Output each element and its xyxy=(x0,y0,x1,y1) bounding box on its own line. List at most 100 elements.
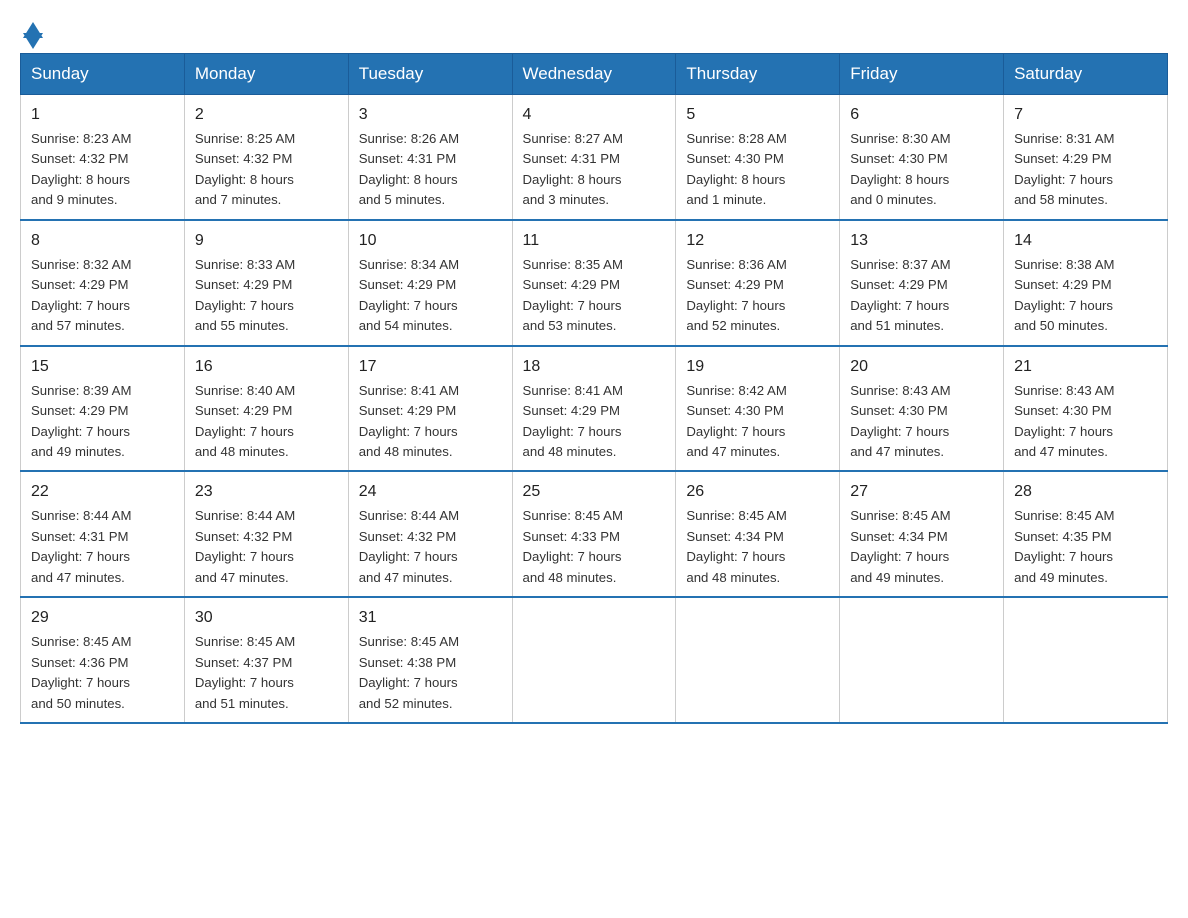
day-info: Sunrise: 8:42 AM Sunset: 4:30 PM Dayligh… xyxy=(686,383,786,459)
calendar-cell: 10 Sunrise: 8:34 AM Sunset: 4:29 PM Dayli… xyxy=(348,220,512,346)
calendar-cell: 31 Sunrise: 8:45 AM Sunset: 4:38 PM Dayli… xyxy=(348,597,512,723)
page-header xyxy=(20,20,1168,43)
day-info: Sunrise: 8:28 AM Sunset: 4:30 PM Dayligh… xyxy=(686,131,786,207)
calendar-cell: 11 Sunrise: 8:35 AM Sunset: 4:29 PM Dayli… xyxy=(512,220,676,346)
day-info: Sunrise: 8:33 AM Sunset: 4:29 PM Dayligh… xyxy=(195,257,295,333)
day-number: 23 xyxy=(195,480,338,504)
day-info: Sunrise: 8:45 AM Sunset: 4:33 PM Dayligh… xyxy=(523,508,623,584)
calendar-cell: 27 Sunrise: 8:45 AM Sunset: 4:34 PM Dayli… xyxy=(840,471,1004,597)
day-number: 28 xyxy=(1014,480,1157,504)
calendar-week-row: 22 Sunrise: 8:44 AM Sunset: 4:31 PM Dayli… xyxy=(21,471,1168,597)
day-number: 22 xyxy=(31,480,174,504)
weekday-header-friday: Friday xyxy=(840,54,1004,95)
calendar-cell: 28 Sunrise: 8:45 AM Sunset: 4:35 PM Dayli… xyxy=(1004,471,1168,597)
day-number: 19 xyxy=(686,355,829,379)
calendar-cell: 8Sunrise: 8:32 AM Sunset: 4:29 PM Daylig… xyxy=(21,220,185,346)
day-number: 21 xyxy=(1014,355,1157,379)
weekday-header-thursday: Thursday xyxy=(676,54,840,95)
day-number: 3 xyxy=(359,103,502,127)
calendar-cell: 20 Sunrise: 8:43 AM Sunset: 4:30 PM Dayli… xyxy=(840,346,1004,472)
weekday-header-tuesday: Tuesday xyxy=(348,54,512,95)
day-number: 17 xyxy=(359,355,502,379)
calendar-cell: 22 Sunrise: 8:44 AM Sunset: 4:31 PM Dayli… xyxy=(21,471,185,597)
day-number: 1 xyxy=(31,103,174,127)
calendar-cell: 3Sunrise: 8:26 AM Sunset: 4:31 PM Daylig… xyxy=(348,95,512,220)
calendar-week-row: 15 Sunrise: 8:39 AM Sunset: 4:29 PM Dayli… xyxy=(21,346,1168,472)
calendar-cell: 9 Sunrise: 8:33 AM Sunset: 4:29 PM Daylig… xyxy=(184,220,348,346)
calendar-cell: 5 Sunrise: 8:28 AM Sunset: 4:30 PM Daylig… xyxy=(676,95,840,220)
calendar-cell: 2Sunrise: 8:25 AM Sunset: 4:32 PM Daylig… xyxy=(184,95,348,220)
logo xyxy=(20,20,43,43)
day-number: 13 xyxy=(850,229,993,253)
calendar-cell: 30 Sunrise: 8:45 AM Sunset: 4:37 PM Dayli… xyxy=(184,597,348,723)
day-number: 20 xyxy=(850,355,993,379)
calendar-cell: 7Sunrise: 8:31 AM Sunset: 4:29 PM Daylig… xyxy=(1004,95,1168,220)
calendar-cell: 26 Sunrise: 8:45 AM Sunset: 4:34 PM Dayli… xyxy=(676,471,840,597)
day-number: 24 xyxy=(359,480,502,504)
calendar-table: SundayMondayTuesdayWednesdayThursdayFrid… xyxy=(20,53,1168,724)
day-info: Sunrise: 8:44 AM Sunset: 4:32 PM Dayligh… xyxy=(359,508,459,584)
weekday-header-wednesday: Wednesday xyxy=(512,54,676,95)
day-info: Sunrise: 8:41 AM Sunset: 4:29 PM Dayligh… xyxy=(359,383,459,459)
calendar-cell: 16 Sunrise: 8:40 AM Sunset: 4:29 PM Dayli… xyxy=(184,346,348,472)
day-info: Sunrise: 8:40 AM Sunset: 4:29 PM Dayligh… xyxy=(195,383,295,459)
day-number: 10 xyxy=(359,229,502,253)
day-info: Sunrise: 8:44 AM Sunset: 4:32 PM Dayligh… xyxy=(195,508,295,584)
day-number: 4 xyxy=(523,103,666,127)
day-number: 30 xyxy=(195,606,338,630)
day-info: Sunrise: 8:37 AM Sunset: 4:29 PM Dayligh… xyxy=(850,257,950,333)
day-number: 5 xyxy=(686,103,829,127)
weekday-header-saturday: Saturday xyxy=(1004,54,1168,95)
calendar-week-row: 29Sunrise: 8:45 AM Sunset: 4:36 PM Dayli… xyxy=(21,597,1168,723)
calendar-cell: 1 Sunrise: 8:23 AM Sunset: 4:32 PM Daylig… xyxy=(21,95,185,220)
day-number: 9 xyxy=(195,229,338,253)
day-info: Sunrise: 8:44 AM Sunset: 4:31 PM Dayligh… xyxy=(31,508,131,584)
day-info: Sunrise: 8:45 AM Sunset: 4:35 PM Dayligh… xyxy=(1014,508,1114,584)
day-number: 2 xyxy=(195,103,338,127)
day-number: 26 xyxy=(686,480,829,504)
day-info: Sunrise: 8:34 AM Sunset: 4:29 PM Dayligh… xyxy=(359,257,459,333)
day-number: 11 xyxy=(523,229,666,253)
day-info: Sunrise: 8:23 AM Sunset: 4:32 PM Dayligh… xyxy=(31,131,131,207)
calendar-cell xyxy=(512,597,676,723)
day-info: Sunrise: 8:43 AM Sunset: 4:30 PM Dayligh… xyxy=(1014,383,1114,459)
day-number: 12 xyxy=(686,229,829,253)
calendar-cell xyxy=(1004,597,1168,723)
day-info: Sunrise: 8:43 AM Sunset: 4:30 PM Dayligh… xyxy=(850,383,950,459)
day-info: Sunrise: 8:35 AM Sunset: 4:29 PM Dayligh… xyxy=(523,257,623,333)
day-number: 18 xyxy=(523,355,666,379)
calendar-cell xyxy=(676,597,840,723)
day-info: Sunrise: 8:32 AM Sunset: 4:29 PM Dayligh… xyxy=(31,257,131,333)
calendar-cell: 17 Sunrise: 8:41 AM Sunset: 4:29 PM Dayli… xyxy=(348,346,512,472)
day-number: 31 xyxy=(359,606,502,630)
calendar-cell: 23 Sunrise: 8:44 AM Sunset: 4:32 PM Dayli… xyxy=(184,471,348,597)
calendar-header-row: SundayMondayTuesdayWednesdayThursdayFrid… xyxy=(21,54,1168,95)
calendar-cell: 14 Sunrise: 8:38 AM Sunset: 4:29 PM Dayli… xyxy=(1004,220,1168,346)
day-info: Sunrise: 8:31 AM Sunset: 4:29 PM Dayligh… xyxy=(1014,131,1114,207)
day-number: 14 xyxy=(1014,229,1157,253)
day-number: 27 xyxy=(850,480,993,504)
day-number: 29 xyxy=(31,606,174,630)
calendar-cell: 24 Sunrise: 8:44 AM Sunset: 4:32 PM Dayli… xyxy=(348,471,512,597)
calendar-cell: 12 Sunrise: 8:36 AM Sunset: 4:29 PM Dayli… xyxy=(676,220,840,346)
calendar-cell: 13 Sunrise: 8:37 AM Sunset: 4:29 PM Dayli… xyxy=(840,220,1004,346)
calendar-cell: 4 Sunrise: 8:27 AM Sunset: 4:31 PM Daylig… xyxy=(512,95,676,220)
day-number: 6 xyxy=(850,103,993,127)
day-info: Sunrise: 8:45 AM Sunset: 4:34 PM Dayligh… xyxy=(686,508,786,584)
day-info: Sunrise: 8:41 AM Sunset: 4:29 PM Dayligh… xyxy=(523,383,623,459)
day-info: Sunrise: 8:30 AM Sunset: 4:30 PM Dayligh… xyxy=(850,131,950,207)
calendar-cell: 18 Sunrise: 8:41 AM Sunset: 4:29 PM Dayli… xyxy=(512,346,676,472)
day-number: 15 xyxy=(31,355,174,379)
day-info: Sunrise: 8:45 AM Sunset: 4:37 PM Dayligh… xyxy=(195,634,295,710)
calendar-cell: 19 Sunrise: 8:42 AM Sunset: 4:30 PM Dayli… xyxy=(676,346,840,472)
day-info: Sunrise: 8:45 AM Sunset: 4:34 PM Dayligh… xyxy=(850,508,950,584)
calendar-week-row: 8Sunrise: 8:32 AM Sunset: 4:29 PM Daylig… xyxy=(21,220,1168,346)
calendar-week-row: 1 Sunrise: 8:23 AM Sunset: 4:32 PM Daylig… xyxy=(21,95,1168,220)
day-info: Sunrise: 8:27 AM Sunset: 4:31 PM Dayligh… xyxy=(523,131,623,207)
day-info: Sunrise: 8:36 AM Sunset: 4:29 PM Dayligh… xyxy=(686,257,786,333)
day-info: Sunrise: 8:45 AM Sunset: 4:38 PM Dayligh… xyxy=(359,634,459,710)
day-info: Sunrise: 8:39 AM Sunset: 4:29 PM Dayligh… xyxy=(31,383,131,459)
day-number: 16 xyxy=(195,355,338,379)
day-info: Sunrise: 8:38 AM Sunset: 4:29 PM Dayligh… xyxy=(1014,257,1114,333)
calendar-cell: 15 Sunrise: 8:39 AM Sunset: 4:29 PM Dayli… xyxy=(21,346,185,472)
